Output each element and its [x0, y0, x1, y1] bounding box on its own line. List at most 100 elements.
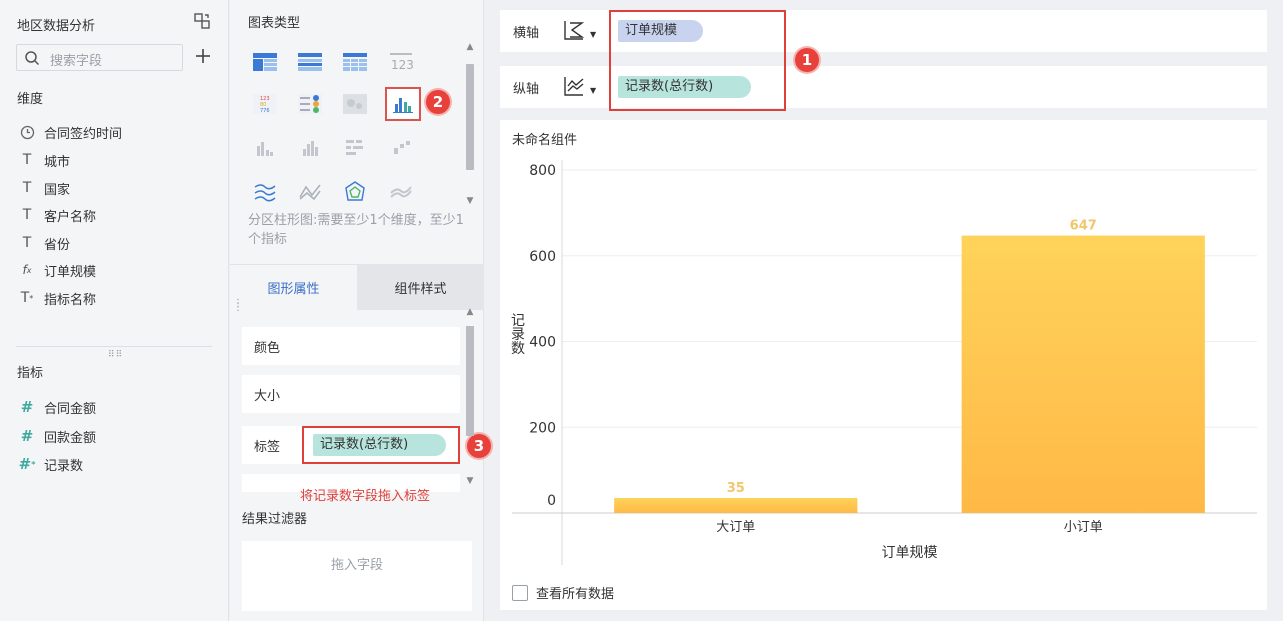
- y-axis-title: 记录数: [511, 313, 525, 357]
- number-field-star-icon: # *: [18, 455, 36, 473]
- horizontal-bar-chart-icon[interactable]: [340, 134, 370, 162]
- x-axis-type-icon[interactable]: [562, 18, 586, 42]
- text-field-icon: T: [22, 207, 32, 223]
- bar: [614, 497, 858, 513]
- text-field-icon: T: [22, 152, 32, 168]
- highlight-box-label: [302, 426, 460, 464]
- label-property-name: 标签: [254, 439, 281, 455]
- bar-chart-icon[interactable]: [250, 134, 280, 162]
- dimensions-heading: 维度: [17, 92, 44, 107]
- y-tick-label: 600: [529, 249, 556, 265]
- number-field-icon: #: [20, 427, 34, 445]
- color-table-icon[interactable]: 123 80 776: [250, 90, 280, 118]
- radar-chart-icon[interactable]: [340, 178, 370, 206]
- text-field-icon: T: [22, 180, 32, 196]
- chart-type-title: 图表类型: [248, 16, 301, 31]
- formula-field-icon: fx: [22, 263, 32, 277]
- dimension-label: 客户名称: [44, 209, 97, 225]
- area-chart-icon[interactable]: [250, 178, 280, 206]
- measure-item[interactable]: # 合同金额: [18, 397, 96, 417]
- chart-type-hint: 分区柱形图:需要至少1个维度，至少1个指标: [248, 213, 464, 247]
- drag-grip-icon[interactable]: ⋮ ⋮: [233, 299, 243, 313]
- dimension-item[interactable]: T 客户名称: [18, 205, 96, 225]
- search-icon: [25, 51, 40, 66]
- step-badge-2: 2: [426, 90, 450, 114]
- svg-text:776: 776: [260, 108, 270, 114]
- scroll-up-icon[interactable]: ▲: [466, 307, 474, 317]
- view-all-data[interactable]: 查看所有数据: [512, 583, 614, 602]
- grouped-bar-chart-icon[interactable]: [295, 134, 325, 162]
- dimension-item[interactable]: T 国家: [18, 178, 70, 198]
- chart-type-scrollbar[interactable]: ▲ ▼: [466, 42, 474, 210]
- tab-component-style[interactable]: 组件样式: [357, 264, 484, 310]
- heat-map-icon[interactable]: [340, 90, 370, 118]
- scroll-down-icon[interactable]: ▼: [466, 476, 474, 486]
- stacked-area-icon[interactable]: [386, 178, 416, 206]
- scroll-down-icon[interactable]: ▼: [466, 196, 474, 206]
- dimension-label: 国家: [44, 182, 71, 198]
- data-label: 647: [1070, 219, 1097, 234]
- search-field-input[interactable]: 搜索字段: [16, 44, 183, 71]
- x-tick-label: 小订单: [1064, 520, 1103, 535]
- color-property[interactable]: 颜色: [242, 327, 460, 365]
- measure-label: 回款金额: [44, 430, 97, 446]
- dimension-item[interactable]: 合同签约时间: [18, 122, 122, 142]
- detail-table-icon[interactable]: [340, 48, 370, 76]
- y-tick-label: 200: [529, 420, 556, 436]
- x-axis-title: 订单规模: [882, 545, 938, 561]
- dimension-item[interactable]: T 城市: [18, 150, 70, 170]
- chart-config-panel: 图表类型 123 123 80 776 ▲ ▼ 2 分区柱形图:需要至少1个维度…: [230, 0, 491, 621]
- result-filter-dropzone[interactable]: 拖入字段: [242, 541, 472, 611]
- chevron-down-icon[interactable]: ▼: [590, 86, 596, 95]
- y-axis-type-icon[interactable]: [562, 74, 586, 98]
- dataset-title: 地区数据分析: [17, 19, 96, 34]
- number-field-icon: #: [20, 398, 34, 416]
- dimension-label: 省份: [44, 237, 71, 253]
- view-all-label: 查看所有数据: [536, 587, 615, 602]
- dimension-label: 城市: [44, 154, 71, 170]
- instruction-note: 将记录数字段拖入标签: [300, 489, 431, 504]
- stacked-bar-chart-icon[interactable]: [386, 134, 416, 162]
- measure-label: 合同金额: [44, 401, 97, 417]
- size-property[interactable]: 大小: [242, 375, 460, 413]
- table-chart-icon[interactable]: [250, 48, 280, 76]
- measures-heading: 指标: [17, 366, 44, 381]
- chart-type-gallery: 123 123 80 776: [230, 40, 484, 212]
- dot-table-icon[interactable]: [295, 90, 325, 118]
- step-badge-1: 1: [795, 48, 819, 72]
- partitioned-bar-chart-icon[interactable]: [385, 87, 421, 121]
- view-all-checkbox[interactable]: [512, 584, 528, 601]
- scroll-up-icon[interactable]: ▲: [466, 42, 474, 52]
- kpi-number-icon[interactable]: 123: [386, 48, 416, 76]
- properties-scrollbar[interactable]: ▲ ▼: [466, 307, 474, 490]
- y-tick-label: 0: [547, 493, 556, 509]
- dimension-label: 合同签约时间: [44, 126, 123, 142]
- measure-label: 记录数: [44, 458, 84, 474]
- y-axis-label: 纵轴: [513, 82, 540, 97]
- add-field-button[interactable]: [194, 47, 212, 65]
- clock-icon: [18, 123, 36, 141]
- section-divider: [16, 346, 212, 347]
- measure-item[interactable]: # 回款金额: [18, 426, 96, 446]
- x-axis-label: 横轴: [513, 26, 540, 41]
- text-field-icon: T: [22, 235, 32, 251]
- dimension-label: 订单规模: [44, 264, 97, 280]
- dimension-item[interactable]: fx 订单规模: [18, 260, 97, 280]
- resize-grip-icon[interactable]: ⠿⠿: [108, 350, 123, 360]
- bar: [961, 235, 1205, 513]
- dimension-item[interactable]: T 省份: [18, 233, 70, 253]
- dimension-item[interactable]: T * 指标名称: [18, 288, 96, 308]
- result-filter-title: 结果过滤器: [242, 512, 308, 527]
- search-placeholder: 搜索字段: [50, 54, 103, 69]
- y-tick-label: 400: [529, 335, 556, 351]
- measure-item[interactable]: # * 记录数: [18, 454, 83, 474]
- chevron-down-icon[interactable]: ▼: [590, 30, 596, 39]
- scrollbar-thumb[interactable]: [466, 326, 474, 436]
- line-chart-icon[interactable]: [295, 178, 325, 206]
- property-tabs: 图形属性 组件样式: [230, 264, 484, 310]
- cross-table-icon[interactable]: [295, 48, 325, 76]
- switch-dataset-icon[interactable]: [193, 12, 211, 30]
- tab-graphic-properties[interactable]: 图形属性: [230, 264, 357, 310]
- bar-chart: 0 200 400 600 800 35 大订单 647 小订单订单规模 记录数: [511, 160, 1257, 565]
- scrollbar-thumb[interactable]: [466, 64, 474, 170]
